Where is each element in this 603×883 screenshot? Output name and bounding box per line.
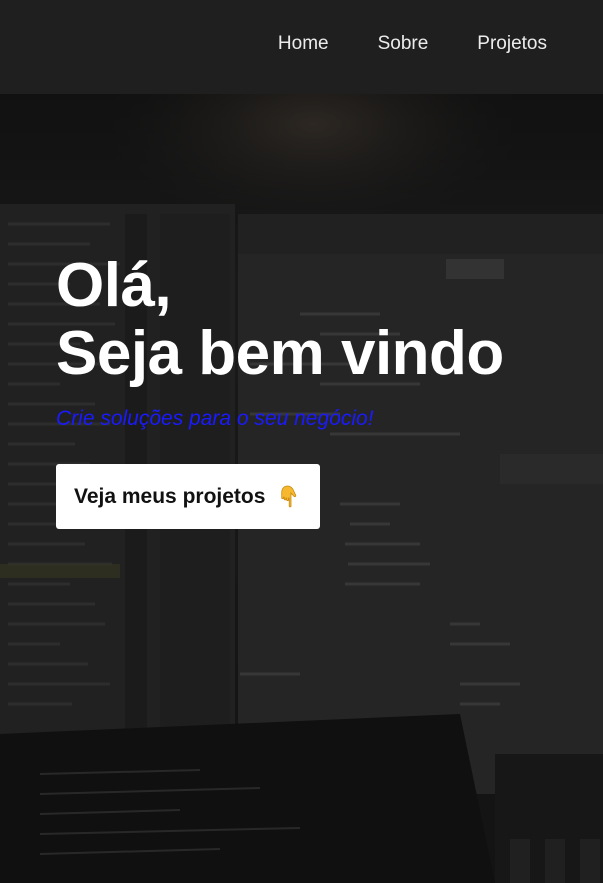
- nav-link-projetos[interactable]: Projetos: [477, 33, 547, 55]
- hero-content: Olá, Seja bem vindo Crie soluções para o…: [56, 252, 504, 529]
- top-navbar: Home Sobre Projetos: [0, 0, 603, 94]
- hero-title-line1: Olá,: [56, 251, 172, 320]
- cta-label: Veja meus projetos: [74, 484, 266, 508]
- nav-links: Home Sobre Projetos: [278, 33, 547, 55]
- nav-link-sobre[interactable]: Sobre: [378, 33, 429, 55]
- pointing-down-hand-icon: [281, 485, 297, 507]
- hero-subtitle: Crie soluções para o seu negócio!: [56, 407, 374, 430]
- nav-link-home[interactable]: Home: [278, 33, 329, 55]
- view-projects-button[interactable]: Veja meus projetos: [56, 464, 321, 529]
- hero-title-line2: Seja bem vindo: [56, 319, 504, 388]
- hero-title: Olá, Seja bem vindo: [56, 252, 504, 388]
